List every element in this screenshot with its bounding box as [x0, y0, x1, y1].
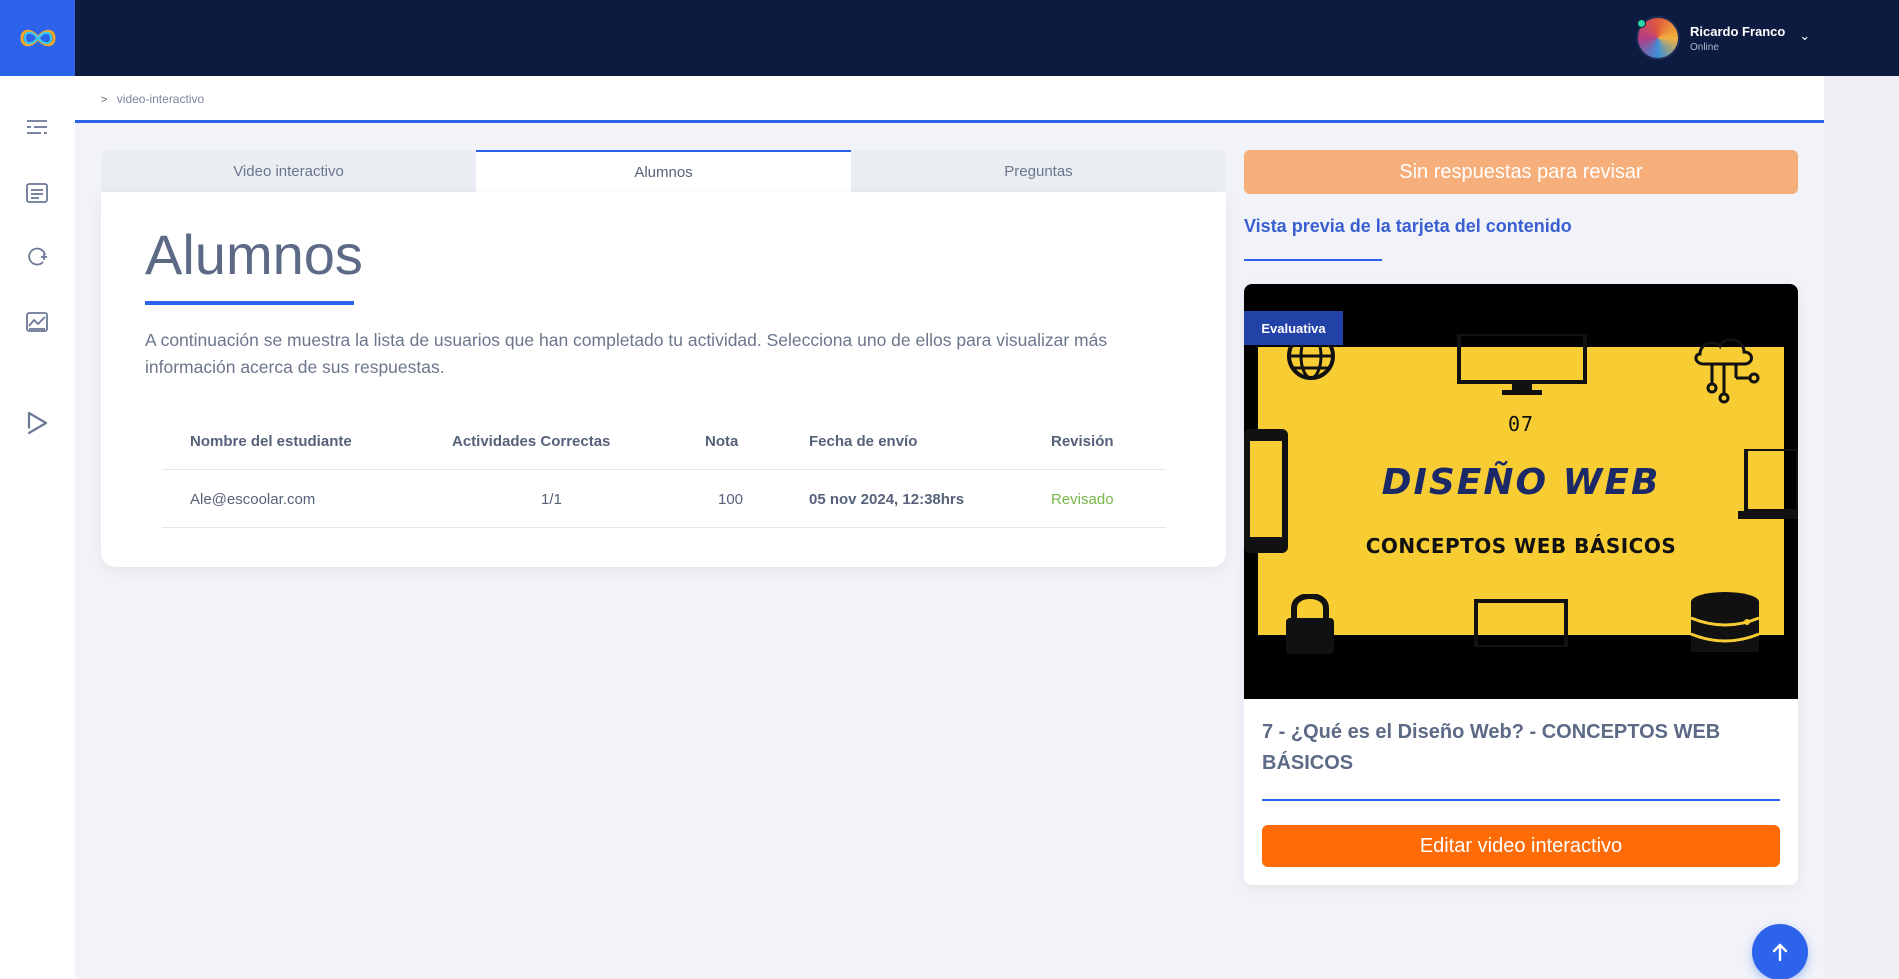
page-title: Alumnos	[145, 223, 363, 286]
side-panel: Sin respuestas para revisar Vista previa…	[1244, 150, 1798, 885]
review-status[interactable]: Revisado	[1051, 470, 1114, 528]
correct-activities: 1/1	[541, 490, 562, 508]
preview-heading: Vista previa de la tarjeta del contenido	[1244, 216, 1572, 236]
page-description: A continuación se muestra la lista de us…	[145, 330, 1108, 377]
content-title-underline	[1262, 799, 1780, 801]
students-card: Alumnos A continuación se muestra la lis…	[101, 192, 1226, 567]
sidebar	[0, 76, 75, 979]
tab-alumnos[interactable]: Alumnos	[476, 150, 851, 192]
grade: 100	[718, 490, 744, 508]
play-icon[interactable]	[24, 410, 50, 436]
avatar[interactable]	[1636, 16, 1680, 60]
list-icon[interactable]	[24, 115, 50, 141]
thumbnail-number: 07	[1507, 412, 1535, 436]
column-header-correct: Actividades Correctas	[452, 432, 611, 450]
column-header-review: Revisión	[1051, 432, 1114, 450]
evaluative-badge: Evaluativa	[1244, 311, 1343, 345]
table-row[interactable]: Ale@escoolar.com 1/1 100 05 nov 2024, 12…	[162, 470, 1166, 528]
table-header-row: Nombre del estudiante Actividades Correc…	[162, 412, 1166, 470]
logo[interactable]	[0, 0, 75, 76]
column-header-student: Nombre del estudiante	[190, 432, 352, 450]
edit-video-button[interactable]: Editar video interactivo	[1262, 825, 1780, 867]
breadcrumb: > video-interactivo	[101, 92, 204, 106]
tablet-icon	[1474, 599, 1568, 647]
online-indicator	[1637, 19, 1646, 28]
user-name: Ricardo Franco	[1690, 23, 1786, 39]
tab-bar: Video interactivo Alumnos Preguntas	[101, 150, 1226, 192]
monitor-icon	[1457, 334, 1587, 395]
breadcrumb-current[interactable]: video-interactivo	[117, 92, 204, 106]
tab-preguntas[interactable]: Preguntas	[851, 150, 1226, 192]
user-menu[interactable]: Ricardo Franco Online ⌄	[1636, 15, 1810, 61]
title-underline	[145, 301, 354, 305]
thumbnail-subheadline: CONCEPTOS WEB BÁSICOS	[1365, 534, 1677, 558]
thumbnail-headline: DISEÑO WEB	[1381, 462, 1661, 503]
chevron-down-icon[interactable]: ⌄	[1799, 28, 1810, 44]
refresh-plus-icon[interactable]	[24, 244, 50, 270]
document-list-icon[interactable]	[24, 180, 50, 206]
video-thumbnail[interactable]: Evaluativa 07 DISEÑO WEB CONCEPTOS WEB B…	[1244, 284, 1798, 699]
infinity-logo-icon	[19, 29, 56, 47]
breadcrumb-separator: >	[101, 94, 108, 106]
content-preview-card[interactable]: Evaluativa 07 DISEÑO WEB CONCEPTOS WEB B…	[1244, 284, 1798, 885]
right-gutter	[1824, 76, 1899, 979]
cloud-network-icon	[1694, 338, 1760, 404]
students-table: Nombre del estudiante Actividades Correc…	[162, 412, 1166, 528]
lock-icon	[1286, 594, 1334, 654]
database-icon	[1690, 592, 1760, 652]
content-title: 7 - ¿Qué es el Diseño Web? - CONCEPTOS W…	[1262, 721, 1721, 774]
scroll-top-button[interactable]	[1752, 924, 1808, 979]
student-email[interactable]: Ale@escoolar.com	[190, 470, 315, 528]
submission-date: 05 nov 2024, 12:38hrs	[809, 490, 965, 508]
user-status: Online	[1690, 41, 1719, 53]
column-header-grade: Nota	[705, 432, 739, 450]
preview-underline	[1244, 259, 1382, 261]
tab-video-interactivo[interactable]: Video interactivo	[101, 150, 476, 192]
column-header-date: Fecha de envío	[809, 432, 918, 450]
chart-image-icon[interactable]	[24, 309, 50, 335]
no-answers-banner[interactable]: Sin respuestas para revisar	[1244, 150, 1798, 194]
arrow-up-icon	[1772, 943, 1788, 962]
top-bar: Ricardo Franco Online ⌄	[0, 0, 1899, 76]
breadcrumb-bar: > video-interactivo	[75, 76, 1824, 123]
